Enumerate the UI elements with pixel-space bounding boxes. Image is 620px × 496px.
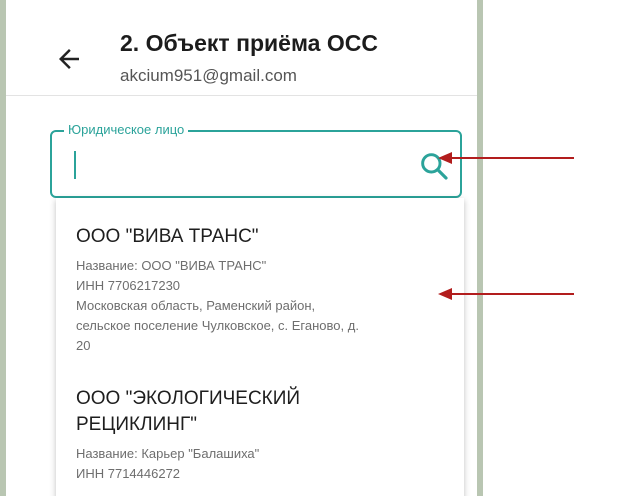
legal-entity-field[interactable] — [50, 130, 462, 198]
suggestion-address-line: сельское поселение Чулковское, с. Еганов… — [76, 318, 359, 333]
annotation-arrow — [438, 288, 574, 300]
suggestion-title: ООО "ВИВА ТРАНС" — [76, 226, 259, 247]
suggestion-item[interactable]: ООО "ЭКОЛОГИЧЕСКИЙ РЕЦИКЛИНГ" Название: … — [76, 386, 451, 484]
text-cursor — [74, 151, 76, 179]
back-arrow-icon[interactable] — [54, 44, 84, 74]
suggestion-name: Название: Карьер "Балашиха" — [76, 446, 260, 461]
app-bar: 2. Объект приёма ОСС akcium951@gmail.com — [6, 0, 477, 96]
legal-entity-label: Юридическое лицо — [64, 122, 189, 137]
suggestion-title: РЕЦИКЛИНГ" — [76, 414, 198, 435]
phone-screen: 2. Объект приёма ОСС akcium951@gmail.com… — [0, 0, 483, 496]
suggestion-address-line: Московская область, Раменский район, — [76, 298, 316, 313]
suggestions-dropdown: ООО "ВИВА ТРАНС" Название: ООО "ВИВА ТРА… — [56, 198, 464, 496]
suggestion-item[interactable]: ООО "ВИВА ТРАНС" Название: ООО "ВИВА ТРА… — [76, 224, 451, 356]
page-title: 2. Объект приёма ОСС — [120, 30, 378, 56]
suggestion-inn: ИНН 7706217230 — [76, 278, 181, 293]
suggestion-inn: ИНН 7714446272 — [76, 466, 181, 481]
annotation-arrow — [438, 152, 574, 164]
legal-entity-input[interactable] — [66, 146, 400, 184]
suggestion-address-line: 20 — [76, 338, 91, 353]
account-email: akcium951@gmail.com — [120, 66, 297, 85]
suggestion-title: ООО "ЭКОЛОГИЧЕСКИЙ — [76, 388, 301, 409]
suggestion-name: Название: ООО "ВИВА ТРАНС" — [76, 258, 267, 273]
